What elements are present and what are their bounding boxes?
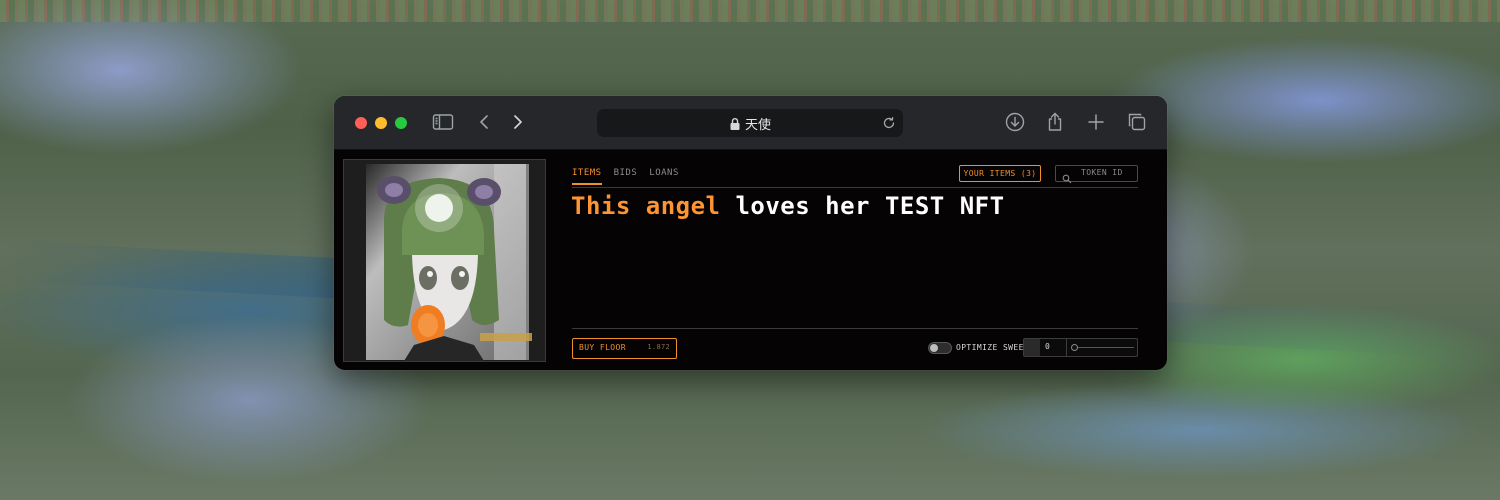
sweep-decrement[interactable] <box>1024 339 1040 356</box>
headline-highlight: This angel <box>571 192 721 220</box>
sweep-slider-thumb[interactable] <box>1071 344 1078 351</box>
tab-items[interactable]: ITEMS <box>572 168 602 185</box>
back-icon[interactable] <box>473 110 497 134</box>
address-bar[interactable]: 天使 <box>597 109 903 137</box>
buy-floor-button[interactable]: BUY FLOOR 1.872 <box>572 338 677 359</box>
toggle-knob <box>930 344 938 352</box>
sweep-separator <box>1066 339 1067 356</box>
nft-illustration <box>344 160 545 361</box>
sweep-quantity-control: 0 <box>1023 338 1138 357</box>
page-content: ITEMS BIDS LOANS YOUR ITEMS (3) TOKEN ID… <box>334 150 1167 370</box>
minimize-window-button[interactable] <box>375 117 387 129</box>
tabs-overview-icon[interactable] <box>1125 110 1149 134</box>
search-icon <box>1062 169 1072 184</box>
buy-floor-label: BUY FLOOR <box>579 343 626 352</box>
lock-icon <box>729 116 741 130</box>
new-tab-icon[interactable] <box>1084 110 1108 134</box>
url-text: 天使 <box>745 118 772 133</box>
optimize-sweep-label: OPTIMIZE SWEEP <box>956 343 1030 352</box>
sweep-slider-track[interactable] <box>1074 347 1134 348</box>
page-headline: This angel loves her TEST NFT <box>571 192 1005 220</box>
background-glitch-strip <box>0 0 1500 22</box>
sweep-count-input[interactable]: 0 <box>1045 342 1050 351</box>
forward-icon[interactable] <box>505 110 529 134</box>
sidebar-icon[interactable] <box>431 110 455 134</box>
tab-bids[interactable]: BIDS <box>614 168 638 185</box>
headline-rest: loves her TEST NFT <box>720 192 1005 220</box>
close-window-button[interactable] <box>355 117 367 129</box>
share-icon[interactable] <box>1043 110 1067 134</box>
token-id-placeholder: TOKEN ID <box>1081 168 1123 177</box>
floor-price: 1.872 <box>647 343 670 351</box>
footer-divider <box>572 328 1138 329</box>
your-items-button[interactable]: YOUR ITEMS (3) <box>959 165 1041 182</box>
browser-toolbar: 天使 <box>334 96 1167 150</box>
download-icon[interactable] <box>1003 110 1027 134</box>
nft-image[interactable] <box>343 159 546 362</box>
token-id-search[interactable]: TOKEN ID <box>1055 165 1138 184</box>
header-divider <box>572 187 1138 188</box>
browser-window: 天使 ITEMS BIDS LOANS YOUR ITEMS (3) TOKEN… <box>334 96 1167 370</box>
reload-icon[interactable] <box>881 115 897 131</box>
optimize-sweep-toggle[interactable] <box>928 342 952 354</box>
tab-bar: ITEMS BIDS LOANS <box>572 168 679 185</box>
tab-loans[interactable]: LOANS <box>649 168 679 185</box>
maximize-window-button[interactable] <box>395 117 407 129</box>
